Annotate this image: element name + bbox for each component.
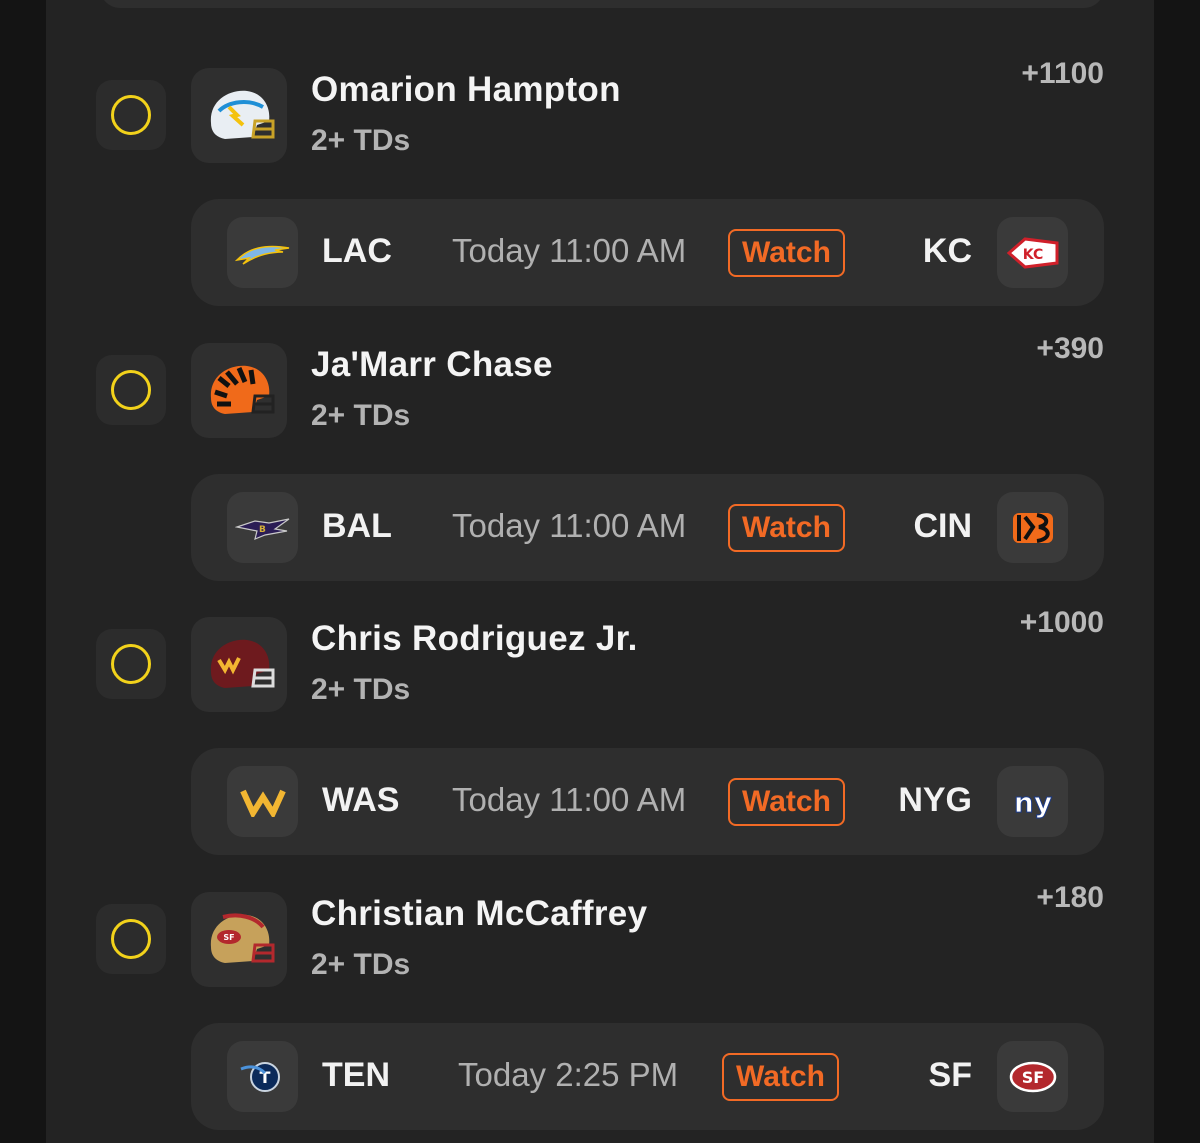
game-time: Today 11:00 AM bbox=[452, 232, 687, 269]
odds-value: +390 bbox=[1036, 332, 1104, 365]
watch-button[interactable]: Watch bbox=[728, 504, 845, 552]
svg-text:ny: ny bbox=[1013, 786, 1051, 819]
watch-button[interactable]: Watch bbox=[722, 1053, 839, 1101]
svg-text:SF: SF bbox=[1021, 1068, 1043, 1087]
odds-value: +180 bbox=[1036, 881, 1104, 914]
odds-value: +1100 bbox=[1021, 57, 1104, 90]
radio-circle-icon bbox=[111, 919, 151, 959]
pick-item: Omarion Hampton 2+ TDs +1100 LAC Today 1… bbox=[0, 0, 1200, 306]
market-label: 2+ TDs bbox=[311, 948, 411, 981]
radio-circle-icon bbox=[111, 95, 151, 135]
svg-text:B: B bbox=[259, 525, 266, 535]
odds-value: +1000 bbox=[1019, 606, 1104, 639]
titans-icon: T bbox=[227, 1041, 298, 1112]
49ers-helmet-icon: SF bbox=[191, 892, 287, 987]
game-time: Today 2:25 PM bbox=[458, 1056, 679, 1093]
pick-select-toggle[interactable] bbox=[96, 904, 166, 974]
away-team: LAC bbox=[322, 232, 392, 270]
market-label: 2+ TDs bbox=[311, 399, 411, 432]
radio-circle-icon bbox=[111, 644, 151, 684]
pick-item: Chris Rodriguez Jr. 2+ TDs +1000 WAS Tod… bbox=[0, 549, 1200, 855]
home-team: CIN bbox=[913, 507, 972, 545]
player-name: Ja'Marr Chase bbox=[311, 345, 553, 384]
player-name: Christian McCaffrey bbox=[311, 894, 648, 933]
pick-item: Ja'Marr Chase 2+ TDs +390 B BAL Today 11… bbox=[0, 275, 1200, 581]
pick-select-toggle[interactable] bbox=[96, 629, 166, 699]
pick-select-toggle[interactable] bbox=[96, 355, 166, 425]
pick-item: SF Christian McCaffrey 2+ TDs +180 T TEN… bbox=[0, 824, 1200, 1130]
player-name: Omarion Hampton bbox=[311, 70, 621, 109]
home-team: SF bbox=[928, 1056, 972, 1094]
home-team: NYG bbox=[898, 781, 972, 819]
svg-text:SF: SF bbox=[223, 933, 234, 942]
watch-button[interactable]: Watch bbox=[728, 778, 845, 826]
svg-text:KC: KC bbox=[1022, 247, 1043, 263]
game-time: Today 11:00 AM bbox=[452, 507, 687, 544]
game-card[interactable]: T TEN Today 2:25 PM Watch SF SF bbox=[191, 1023, 1104, 1130]
away-team: BAL bbox=[322, 507, 392, 545]
game-time: Today 11:00 AM bbox=[452, 781, 687, 818]
player-name: Chris Rodriguez Jr. bbox=[311, 619, 638, 658]
bengals-helmet-icon bbox=[191, 343, 287, 438]
home-team: KC bbox=[922, 232, 972, 270]
market-label: 2+ TDs bbox=[311, 673, 411, 706]
watch-button[interactable]: Watch bbox=[728, 229, 845, 277]
chargers-helmet-icon bbox=[191, 68, 287, 163]
market-label: 2+ TDs bbox=[311, 124, 411, 157]
radio-circle-icon bbox=[111, 370, 151, 410]
away-team: TEN bbox=[322, 1056, 390, 1094]
commanders-helmet-icon bbox=[191, 617, 287, 712]
pick-select-toggle[interactable] bbox=[96, 80, 166, 150]
away-team: WAS bbox=[322, 781, 400, 819]
49ers-sf-icon: SF bbox=[997, 1041, 1068, 1112]
